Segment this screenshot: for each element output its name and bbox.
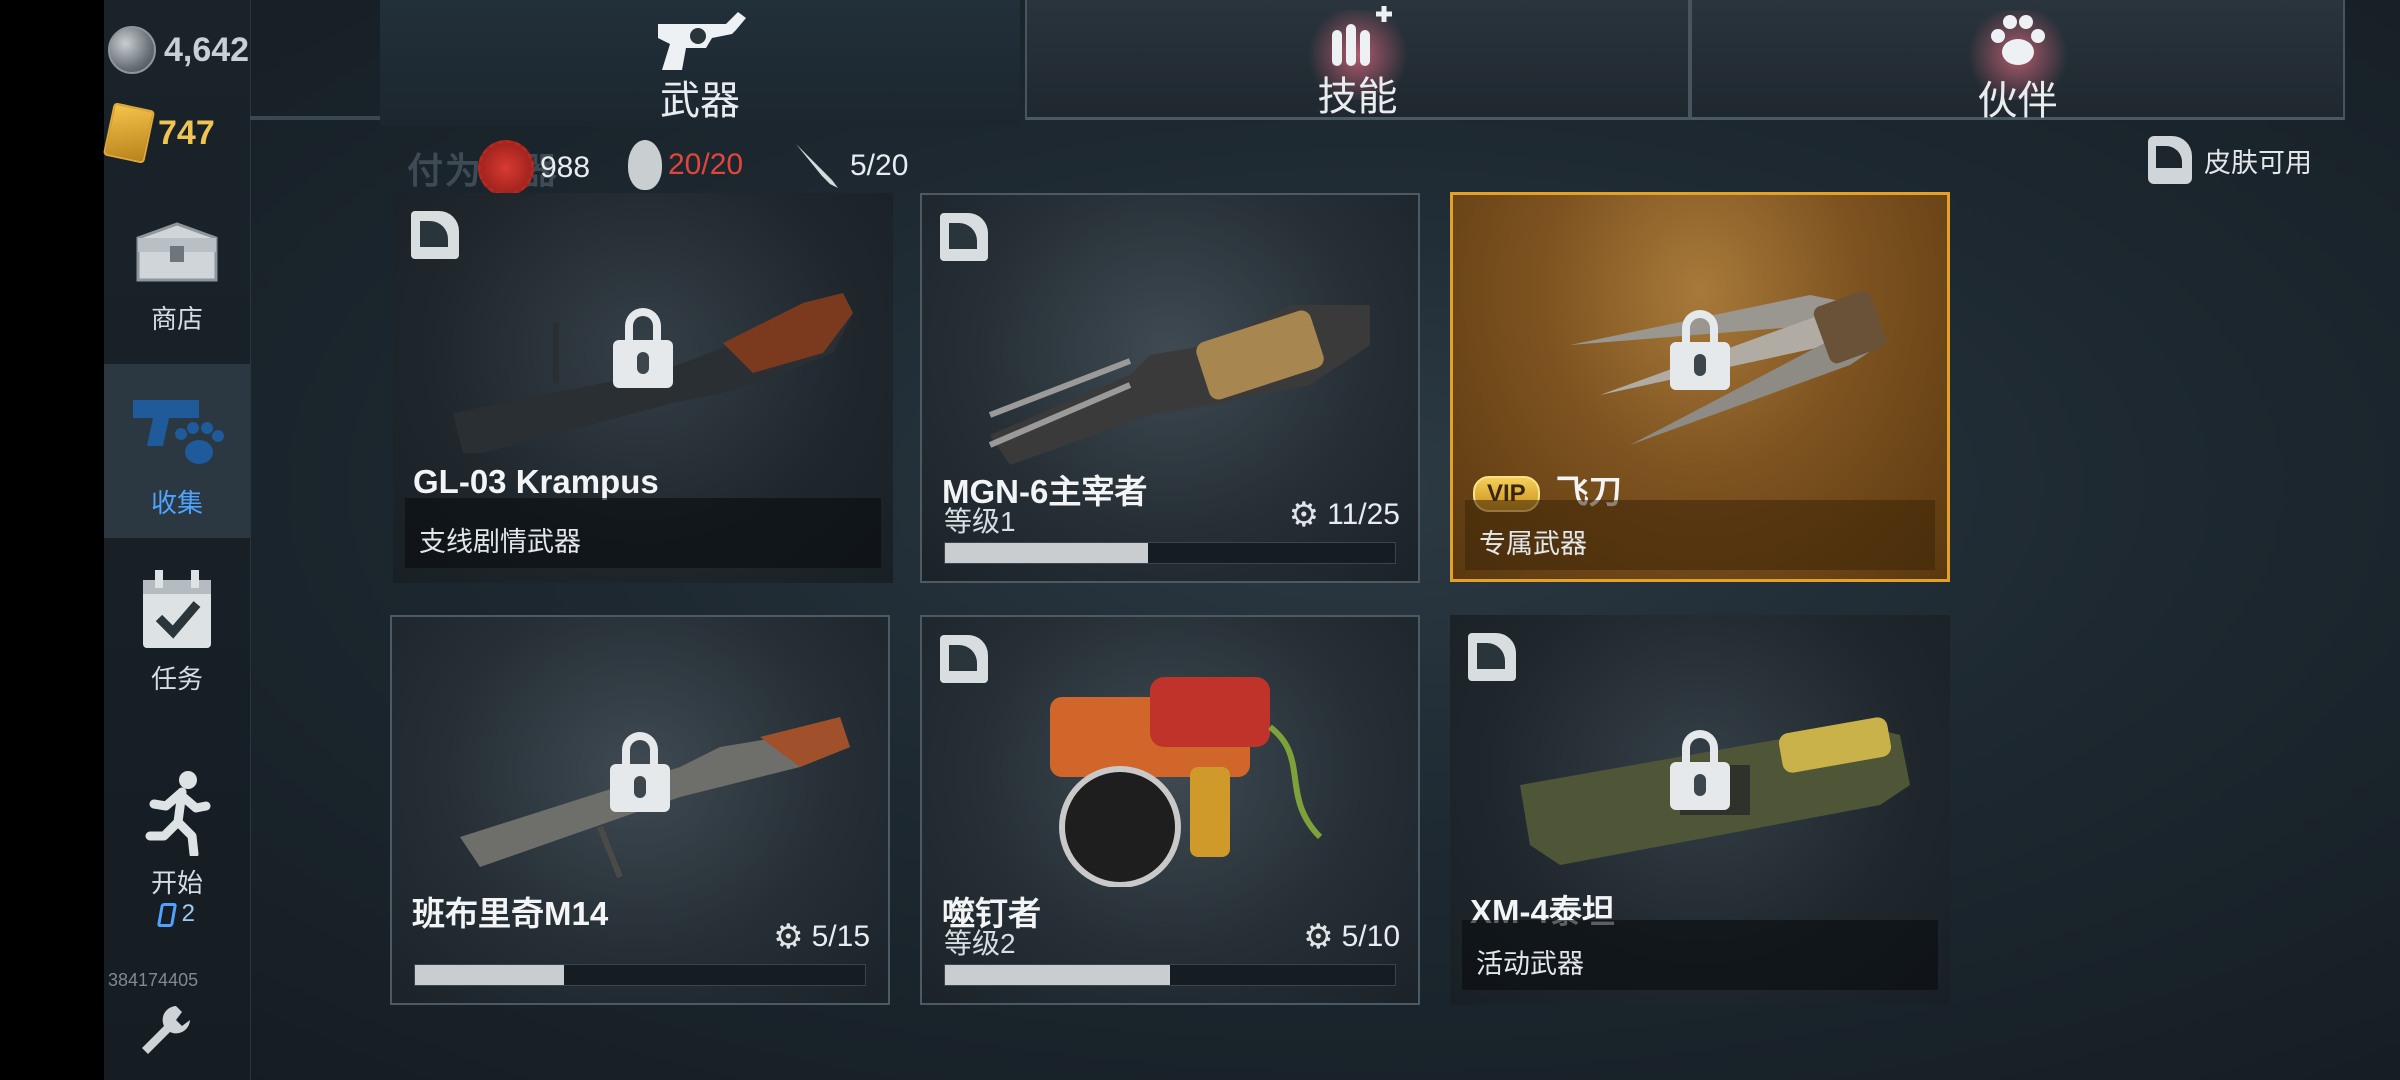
weapon-subtitle-box: 专属武器 — [1465, 500, 1935, 570]
settings-button[interactable] — [136, 1000, 196, 1060]
skin-icon — [2148, 136, 2192, 184]
weapon-card-mgn6[interactable]: MGN-6主宰者 等级1 ⚙ 11/25 — [920, 193, 1420, 583]
skin-available: 皮肤可用 — [2148, 136, 2312, 184]
gold-amount: 747 — [158, 113, 215, 152]
parts-progress-bar — [414, 964, 866, 986]
ammo-plus-icon — [1331, 6, 1392, 66]
nav-tasks[interactable]: 任务 — [104, 566, 250, 706]
weapon-card-gl03[interactable]: GL-03 Krampus 支线剧情武器 — [393, 193, 893, 583]
tab-skills[interactable]: 技能 — [1025, 0, 1690, 120]
weapon-subtitle: 活动武器 — [1476, 949, 1584, 979]
gears-icon: ⚙ — [1288, 496, 1320, 534]
parts-count-value: 5/15 — [811, 920, 870, 953]
weapon-card-m14[interactable]: 班布里奇M14 ⚙ 5/15 — [390, 615, 890, 1005]
weapon-subtitle-box: 活动武器 — [1462, 920, 1938, 990]
revolver-icon — [658, 12, 746, 70]
caps-resource: 988 — [478, 140, 590, 196]
lock-icon — [1670, 730, 1730, 810]
silver-currency: 4,642 — [108, 26, 249, 74]
tab-companions-label: 伙伴 — [1977, 79, 2058, 123]
parts-progress-fill — [945, 543, 1148, 563]
lock-icon — [1670, 310, 1730, 390]
bottle-cap-icon — [478, 140, 534, 196]
parts-progress-fill — [945, 965, 1170, 985]
parts-progress-fill — [415, 965, 564, 985]
parts-count-value: 5/10 — [1341, 920, 1400, 953]
grenade-resource: 20/20 — [628, 140, 743, 190]
knife-icon — [796, 144, 838, 188]
start-energy: 2 — [104, 900, 250, 928]
weapon-subtitle-box: 支线剧情武器 — [405, 498, 881, 568]
parts-progress-bar — [944, 964, 1396, 986]
gold-currency: 747 — [102, 102, 215, 164]
nav-start-label: 开始 — [150, 868, 203, 898]
tab-underline-left — [250, 116, 380, 120]
knife-count: 5/20 — [850, 149, 909, 182]
knife-resource: 5/20 — [792, 140, 908, 192]
weapon-name: GL-03 Krampus — [413, 463, 659, 500]
parts-progress-bar — [944, 542, 1396, 564]
grenade-icon — [628, 140, 662, 190]
tab-weapons[interactable]: 武器 — [380, 0, 1020, 126]
parts-count-value: 11/25 — [1327, 498, 1400, 531]
start-energy-count: 2 — [181, 900, 196, 927]
chest-icon — [136, 222, 218, 282]
tab-companions[interactable]: 伙伴 — [1690, 0, 2345, 123]
skin-available-label: 皮肤可用 — [2204, 147, 2312, 178]
parts-count: ⚙ 11/25 — [1289, 495, 1400, 535]
player-id: 384174405 — [108, 970, 199, 990]
skin-corner-icon — [411, 211, 459, 259]
wrench-icon — [142, 1006, 190, 1054]
gears-icon: ⚙ — [1303, 918, 1334, 956]
skin-corner-icon — [940, 213, 988, 261]
weapon-card-xm4[interactable]: XM-4泰坦 活动武器 — [1450, 615, 1950, 1005]
tab-weapons-label: 武器 — [660, 79, 740, 123]
weapon-subtitle: 支线剧情武器 — [419, 527, 581, 557]
running-man-icon — [145, 771, 211, 859]
weapon-card-throwing-knives[interactable]: VIP 飞刀 专属武器 — [1450, 192, 1950, 582]
collection-icon — [133, 400, 224, 464]
parts-count: ⚙ 5/10 — [1303, 917, 1400, 957]
weapon-name: 班布里奇M14 — [412, 895, 609, 932]
nav-tasks-label: 任务 — [150, 664, 203, 694]
weapon-level: 等级2 — [944, 928, 1016, 959]
grenade-count: 20/20 — [668, 148, 744, 181]
silver-coin-icon — [108, 26, 156, 74]
gold-ticket-icon — [102, 102, 156, 164]
lock-icon — [610, 732, 670, 812]
nailgun-image — [1050, 677, 1323, 887]
weapon-level: 等级1 — [944, 506, 1016, 537]
nav-shop-label: 商店 — [150, 304, 203, 334]
calendar-check-icon — [143, 570, 211, 648]
silver-amount: 4,642 — [164, 30, 250, 69]
nav-collection[interactable]: 收集 — [104, 364, 250, 538]
tab-skills-label: 技能 — [1317, 75, 1398, 119]
gears-icon: ⚙ — [773, 918, 804, 956]
caps-count: 988 — [540, 151, 591, 184]
skin-corner-icon — [1468, 633, 1516, 681]
energy-icon — [156, 902, 178, 927]
weapon-subtitle: 专属武器 — [1479, 529, 1587, 559]
nav-shop[interactable]: 商店 — [104, 214, 250, 344]
lock-icon — [613, 308, 673, 388]
nav-start[interactable]: 开始 2 — [104, 770, 250, 950]
minigun-image — [988, 305, 1370, 465]
nav-collection-label: 收集 — [150, 488, 203, 518]
parts-count: ⚙ 5/15 — [773, 917, 870, 957]
paw-icon — [1990, 15, 2045, 65]
weapon-card-nailgun[interactable]: 噬钉者 等级2 ⚙ 5/10 — [920, 615, 1420, 1005]
